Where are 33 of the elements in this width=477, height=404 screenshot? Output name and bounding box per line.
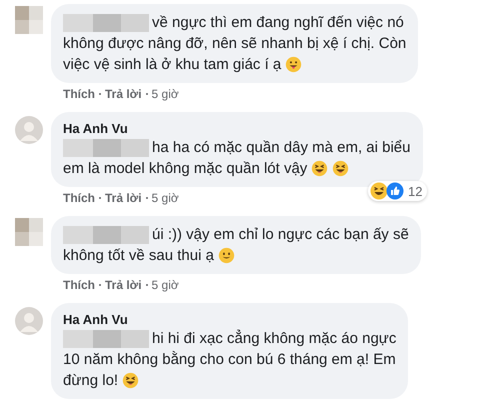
blurred-avatar: [15, 218, 43, 246]
laughing-emoji-icon: [311, 160, 328, 177]
comment-text: ha ha có mặc quần dây mà em, ai biểu: [152, 138, 410, 158]
author-name[interactable]: Ha Anh Vu: [63, 120, 410, 137]
tongue-emoji-icon: [285, 56, 302, 73]
comment-text: không được nâng đỡ, nên sẽ nhanh bị xệ í chị. Còn: [63, 34, 406, 54]
comment-action-link[interactable]: Trả lời: [105, 277, 142, 293]
comment-text: úi :)) vậy em chỉ lo ngực các bạn ấy sẽ: [152, 225, 409, 245]
laughing-emoji-icon: [332, 160, 350, 177]
timestamp[interactable]: 5 giờ: [152, 86, 179, 102]
comment-text: 10 năm không bằng cho con bú 6 tháng em ạ! Em: [63, 350, 396, 370]
author-name[interactable]: Ha Anh Vu: [63, 311, 396, 328]
comment-action-link[interactable]: Trả lời: [105, 86, 142, 102]
timestamp[interactable]: 5 giờ: [152, 190, 179, 206]
comment-text: đừng lo!: [63, 371, 118, 391]
avatar-icon[interactable]: [15, 307, 43, 335]
comment-action-link[interactable]: Thích: [63, 86, 95, 102]
comment-text: em là model không mặc quần lót vậy: [63, 159, 308, 179]
reaction-badge[interactable]: 12: [368, 181, 426, 201]
thumbs-up-icon: [386, 182, 404, 200]
comment-text: việc vệ sinh là ở khu tam giác í ạ: [63, 55, 282, 75]
comment-action-link[interactable]: Thích: [63, 190, 95, 206]
comment-action-link[interactable]: Trả lời: [105, 190, 142, 206]
laughing-emoji-icon: [370, 182, 388, 200]
comment-text: hi hi đi xạc cẳng không mặc áo ngực: [152, 328, 396, 349]
blurred-avatar: [15, 6, 43, 34]
laughing-emoji-icon: [122, 372, 140, 389]
comment-action-link[interactable]: Thích: [63, 277, 95, 293]
smile-emoji-icon: [218, 247, 235, 264]
avatar-icon[interactable]: [15, 116, 43, 144]
timestamp[interactable]: 5 giờ: [152, 277, 179, 293]
comment-text: không tốt về sau thui ạ: [63, 246, 214, 266]
comment-text: về ngực thì em đang nghĩ đến việc nó: [152, 13, 404, 33]
